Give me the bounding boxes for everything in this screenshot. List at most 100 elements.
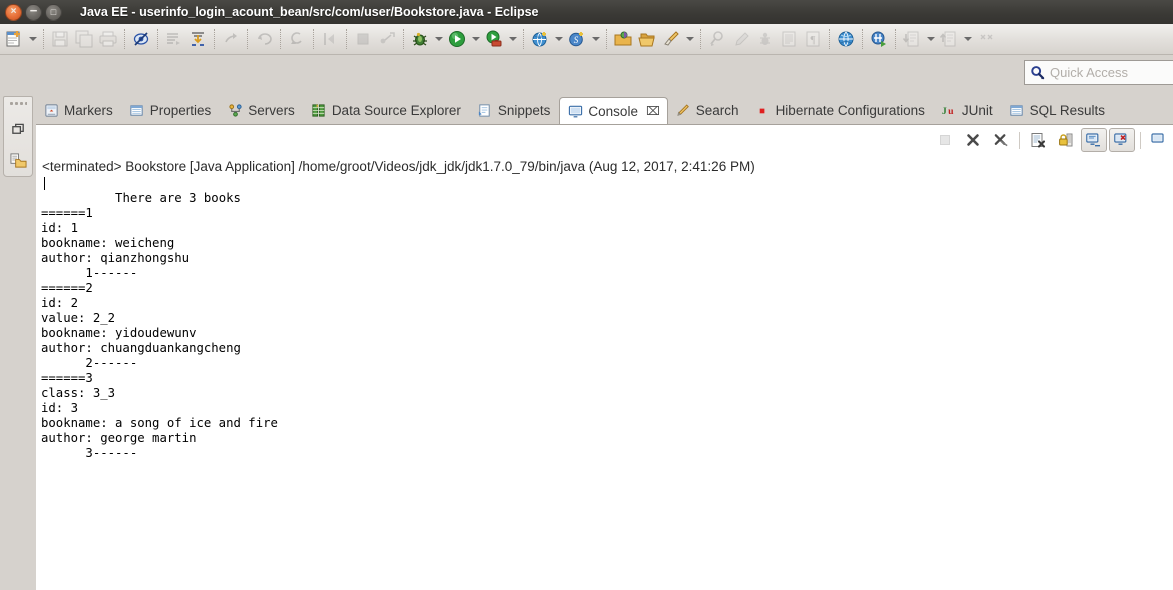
toolbar-debug-button[interactable] — [408, 26, 432, 52]
window-title: Java EE - userinfo_login_acount_bean/src… — [80, 5, 539, 19]
pin-console-icon — [1086, 133, 1100, 147]
toolbar-search-reference-button[interactable] — [705, 26, 729, 52]
toolbar-run-dropdown[interactable] — [469, 37, 482, 41]
console-output-body: There are 3 books ======1 id: 1 bookname… — [41, 191, 278, 460]
project-explorer-icon — [9, 152, 27, 168]
tab-search[interactable]: Search — [668, 97, 748, 124]
svg-text:¶: ¶ — [811, 34, 816, 46]
show-whitespace-icon — [782, 31, 796, 47]
toolbar-import-dropdown[interactable] — [924, 37, 937, 41]
toolbar-highlight-dropdown[interactable] — [683, 37, 696, 41]
quick-access-box[interactable]: Quick Access — [1024, 60, 1173, 85]
toolbar-mark-occurrences-button[interactable] — [129, 26, 153, 52]
toolbar-previous-annotation-button[interactable] — [252, 26, 276, 52]
toolbar-new-wizard-button[interactable] — [2, 26, 26, 52]
servers-icon — [227, 103, 243, 119]
toolbar-last-edit-location-button[interactable] — [285, 26, 309, 52]
console-terminate-button[interactable] — [932, 128, 958, 152]
skip-breakpoints-icon — [380, 32, 395, 44]
restore-view-button[interactable] — [8, 119, 28, 139]
fast-view-bar — [0, 94, 36, 590]
tab-hibernate-configurations[interactable]: Hibernate Configurations — [748, 97, 934, 124]
console-scroll-lock-button[interactable] — [1053, 128, 1079, 152]
window-maximize-button[interactable]: □ — [45, 3, 62, 21]
refresh-icon — [980, 34, 993, 40]
toolbar-separator — [214, 29, 215, 49]
toolbar-open-web-page-button[interactable] — [834, 26, 858, 52]
toolbar-save-all-button[interactable] — [72, 26, 96, 52]
toolbar-ant-button[interactable] — [753, 26, 777, 52]
console-remove-all-terminated-button[interactable] — [988, 128, 1014, 152]
toolbar-run-button[interactable] — [445, 26, 469, 52]
close-icon[interactable]: ⌧ — [646, 104, 660, 118]
toolbar-debug-dropdown[interactable] — [432, 37, 445, 41]
toolbar-import-button[interactable] — [900, 26, 924, 52]
paintbrush-icon — [664, 31, 679, 46]
toolbar-quick-outline-button[interactable] — [162, 26, 186, 52]
toolbar-separator — [346, 29, 347, 49]
toolbar-hibernate-console-button[interactable] — [867, 26, 891, 52]
import-icon — [902, 31, 919, 47]
save-all-icon — [75, 30, 93, 48]
tab-console[interactable]: Console ⌧ — [559, 97, 668, 124]
toolbar-save-button[interactable] — [48, 26, 72, 52]
toolbar-highlight-button[interactable] — [659, 26, 683, 52]
toolbar-export-dropdown[interactable] — [961, 37, 974, 41]
toolbar-skip-breakpoints-button[interactable] — [375, 26, 399, 52]
toolbar-stop-button[interactable] — [351, 26, 375, 52]
toolbar-new-session-bean-button[interactable]: S — [565, 26, 589, 52]
console-output-text[interactable]: There are 3 books ======1 id: 1 bookname… — [41, 176, 1173, 476]
console-open-console-button[interactable] — [1146, 128, 1172, 152]
tab-junit[interactable]: J u JUnit — [934, 97, 1002, 124]
tab-label: Hibernate Configurations — [775, 103, 925, 118]
toolbar-separator — [124, 29, 125, 49]
console-text-container: <terminated> Bookstore [Java Application… — [36, 155, 1173, 590]
toolbar-export-button[interactable] — [937, 26, 961, 52]
project-explorer-button[interactable] — [8, 150, 28, 170]
tab-servers[interactable]: Servers — [220, 97, 304, 124]
tab-markers[interactable]: Markers — [36, 97, 122, 124]
toolbar-open-web-browser-button[interactable] — [528, 26, 552, 52]
toolbar-print-button[interactable] — [96, 26, 120, 52]
tab-label: JUnit — [961, 103, 993, 118]
toolbar-open-type-button[interactable] — [611, 26, 635, 52]
toolbar-pencil-button[interactable] — [729, 26, 753, 52]
window-close-button[interactable]: × — [5, 3, 22, 21]
toolbar-separator — [313, 29, 314, 49]
console-display-selected-button[interactable] — [1109, 128, 1135, 152]
quick-outline-icon — [167, 33, 180, 45]
search-ref-icon — [710, 31, 723, 46]
toolbar-new-wizard-dropdown[interactable] — [26, 37, 39, 41]
console-clear-button[interactable] — [1025, 128, 1051, 152]
tab-snippets[interactable]: Snippets — [470, 97, 560, 124]
toolbar-show-whitespace-button[interactable] — [777, 26, 801, 52]
toolbar-browser-dropdown[interactable] — [552, 37, 565, 41]
globe-icon — [532, 32, 547, 47]
toolbar-separator — [157, 29, 158, 49]
pencil-icon — [735, 32, 749, 46]
console-toolbar-separator — [1019, 131, 1020, 149]
console-pin-button[interactable] — [1081, 128, 1107, 152]
toolbar-run-on-server-button[interactable] — [482, 26, 506, 52]
toolbar-run-server-dropdown[interactable] — [506, 37, 519, 41]
run-server-icon — [486, 30, 502, 47]
debug-bug-icon — [413, 32, 427, 46]
toolbar-refresh-button[interactable] — [974, 26, 998, 52]
window-minimize-button[interactable]: − — [25, 3, 42, 21]
console-output-area[interactable]: <terminated> Bookstore [Java Application… — [36, 155, 1173, 590]
toolbar-next-annotation-button[interactable] — [219, 26, 243, 52]
toolbar-pilcrow-button[interactable]: ¶ — [801, 26, 825, 52]
toolbar-session-bean-dropdown[interactable] — [589, 37, 602, 41]
console-launch-header: <terminated> Bookstore [Java Application… — [42, 159, 755, 174]
tab-label: Markers — [64, 103, 113, 118]
fast-view-grip[interactable] — [9, 101, 27, 106]
tab-data-source-explorer[interactable]: Data Source Explorer — [304, 97, 470, 124]
tab-properties[interactable]: Properties — [122, 97, 221, 124]
toolbar-publish-button[interactable] — [186, 26, 210, 52]
toolbar-open-task-button[interactable] — [635, 26, 659, 52]
tab-sql-results[interactable]: SQL Results — [1002, 97, 1114, 124]
search-icon — [1031, 66, 1045, 80]
console-remove-launch-button[interactable] — [960, 128, 986, 152]
toolbar-back-button[interactable] — [318, 26, 342, 52]
clear-console-icon — [1031, 133, 1046, 148]
